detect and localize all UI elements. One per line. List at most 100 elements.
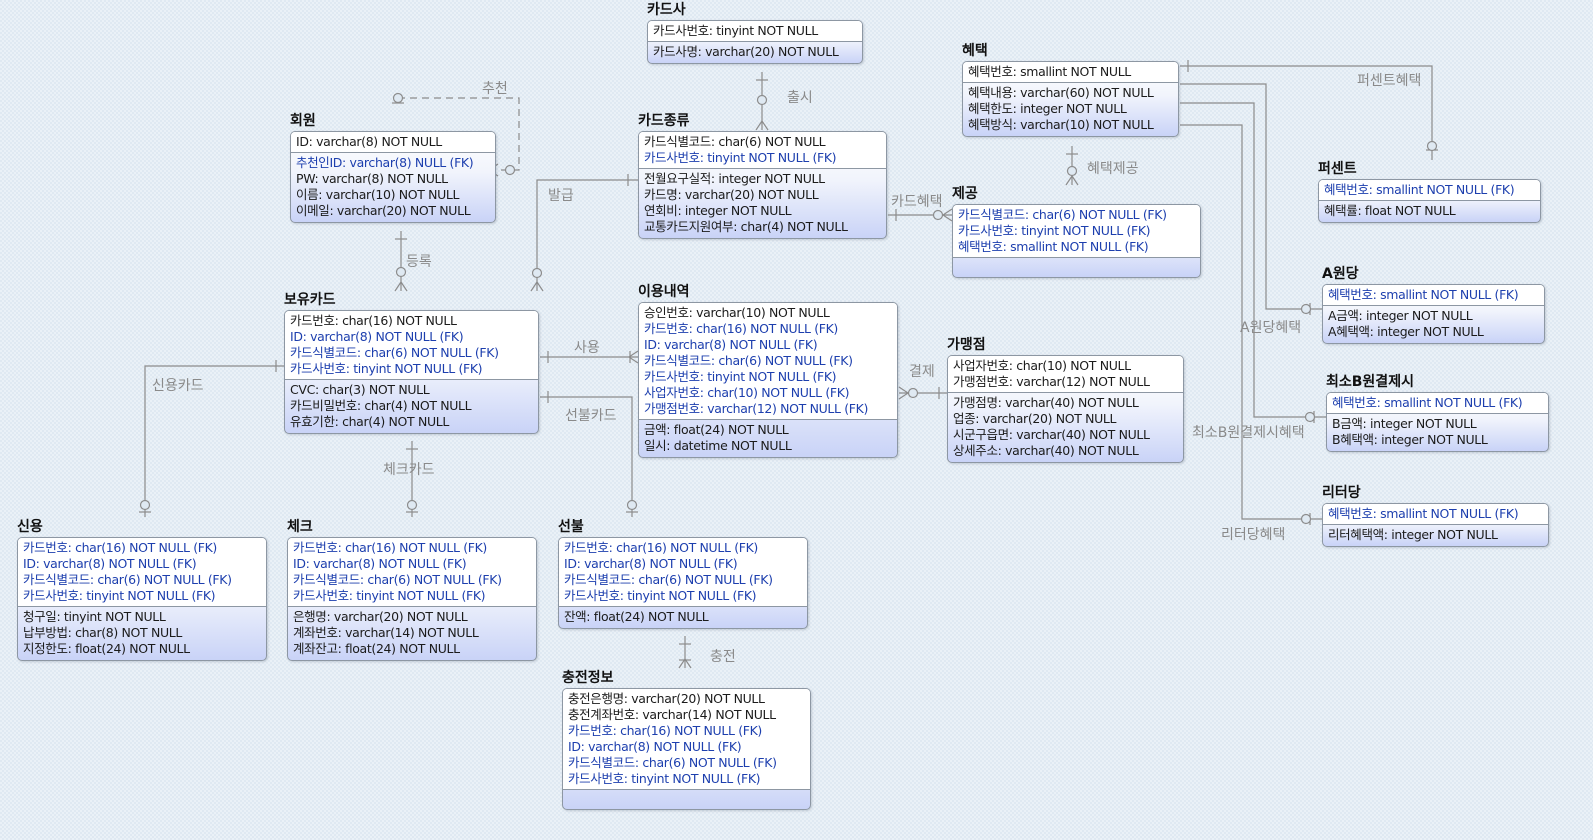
zero-mark (395, 266, 407, 278)
entity-liter[interactable]: 리터당 혜택번호: smallint NOT NULL (FK) 리터혜택액: i… (1322, 485, 1549, 547)
key-attribute: 가맹점번호: varchar(12) NOT NULL (953, 374, 1150, 389)
zero-mark (1426, 140, 1438, 152)
entity-check[interactable]: 체크 카드번호: char(16) NOT NULL (FK) ID: varch… (287, 519, 537, 661)
rel-label-charging: 충전 (710, 649, 736, 665)
key-attribute: ID: varchar(8) NOT NULL (FK) (644, 337, 818, 352)
key-attribute: 혜택번호: smallint NOT NULL (FK) (958, 239, 1149, 254)
key-attribute: 승인번호: varchar(10) NOT NULL (644, 305, 830, 320)
zero-mark (756, 94, 768, 106)
entity-minpay[interactable]: 최소B원결제시 혜택번호: smallint NOT NULL (FK) B금액:… (1326, 374, 1549, 452)
key-attribute: ID: varchar(8) NOT NULL (296, 134, 442, 149)
attribute: A금액: integer NOT NULL (1328, 308, 1473, 323)
attribute: B혜택액: integer NOT NULL (1332, 432, 1488, 447)
entity-member[interactable]: 회원 ID: varchar(8) NOT NULL 추천인ID: varchar… (290, 113, 496, 223)
entity-title: 카드사 (647, 2, 686, 18)
entity-owncard[interactable]: 보유카드 카드번호: char(16) NOT NULL ID: varchar(… (284, 292, 539, 434)
rel-label-card-benefit: 카드혜택 (891, 194, 943, 210)
attribute: PW: varchar(8) NOT NULL (296, 171, 448, 186)
rel-label-percent-benefit: 퍼센트혜택 (1357, 73, 1422, 89)
rel-label-check-card: 체크카드 (383, 462, 435, 478)
key-attribute: 카드사번호: tinyint NOT NULL (FK) (23, 588, 216, 603)
attribute: 잔액: float(24) NOT NULL (564, 609, 709, 624)
key-attribute: 카드식별코드: char(6) NOT NULL (FK) (568, 755, 777, 770)
zero-mark (1304, 411, 1316, 423)
entity-cardtype[interactable]: 카드종류 카드식별코드: char(6) NOT NULL 카드사번호: tiny… (638, 113, 887, 239)
entity-usage[interactable]: 이용내역 승인번호: varchar(10) NOT NULL 카드번호: cha… (638, 284, 898, 458)
entity-credit[interactable]: 신용 카드번호: char(16) NOT NULL (FK) ID: varch… (17, 519, 267, 661)
attribute: 일시: datetime NOT NULL (644, 438, 792, 453)
key-attribute: 사업자번호: char(10) NOT NULL (FK) (644, 385, 850, 400)
key-attribute: 카드사번호: tinyint NOT NULL (FK) (568, 771, 761, 786)
attribute: 카드비밀번호: char(4) NOT NULL (290, 398, 472, 413)
attribute: 상세주소: varchar(40) NOT NULL (953, 443, 1139, 458)
rel-label-liter-benefit: 리터당혜택 (1221, 527, 1286, 543)
entity-title: 혜택 (962, 43, 988, 59)
attribute: 이름: varchar(10) NOT NULL (296, 187, 460, 202)
rel-label-payment: 결제 (909, 364, 935, 380)
entity-aunit[interactable]: A원당 혜택번호: smallint NOT NULL (FK) A금액: int… (1322, 266, 1545, 344)
key-attribute: 카드사번호: tinyint NOT NULL (FK) (290, 361, 483, 376)
entity-store[interactable]: 가맹점 사업자번호: char(10) NOT NULL 가맹점번호: varch… (947, 337, 1184, 463)
connector-line (1180, 102, 1326, 418)
attribute: 금액: float(24) NOT NULL (644, 422, 789, 437)
entity-title: 신용 (17, 519, 43, 535)
entity-prepaid[interactable]: 선불 카드번호: char(16) NOT NULL (FK) ID: varch… (558, 519, 808, 629)
attribute: 혜택내용: varchar(60) NOT NULL (968, 85, 1154, 100)
connector-line (1180, 83, 1322, 310)
attribute: 유효기한: char(4) NOT NULL (290, 414, 449, 429)
zero-mark (392, 92, 404, 104)
key-attribute: 혜택번호: smallint NOT NULL (FK) (1328, 287, 1519, 302)
rel-label-release: 출시 (787, 90, 813, 106)
attribute: 청구일: tinyint NOT NULL (23, 609, 166, 624)
rel-label-benefit-provide: 혜택제공 (1087, 161, 1139, 177)
key-attribute: ID: varchar(8) NOT NULL (FK) (23, 556, 197, 571)
key-attribute: 카드번호: char(16) NOT NULL (FK) (644, 321, 838, 336)
entity-title: 최소B원결제시 (1326, 374, 1414, 390)
entity-title: 가맹점 (947, 337, 986, 353)
key-attribute: ID: varchar(8) NOT NULL (FK) (568, 739, 742, 754)
entity-title: 체크 (287, 519, 313, 535)
attribute: 납부방법: char(8) NOT NULL (23, 625, 182, 640)
attribute: 지정한도: float(24) NOT NULL (23, 641, 190, 656)
zero-mark (504, 164, 516, 176)
attribute: 은행명: varchar(20) NOT NULL (293, 609, 468, 624)
zero-mark (1300, 303, 1312, 315)
key-attribute: 혜택번호: smallint NOT NULL (FK) (1324, 182, 1515, 197)
rel-label-issue: 발급 (548, 188, 574, 204)
key-attribute: 사업자번호: char(10) NOT NULL (953, 358, 1131, 373)
entity-provide[interactable]: 제공 카드식별코드: char(6) NOT NULL (FK) 카드사번호: t… (952, 186, 1201, 278)
attribute: 계좌잔고: float(24) NOT NULL (293, 641, 460, 656)
key-attribute: 카드식별코드: char(6) NOT NULL (FK) (958, 207, 1167, 222)
entity-charge[interactable]: 충전정보 충전은행명: varchar(20) NOT NULL 충전계좌번호: … (562, 670, 811, 810)
attribute: A혜택액: integer NOT NULL (1328, 324, 1484, 339)
key-attribute: 충전은행명: varchar(20) NOT NULL (568, 691, 765, 706)
zero-mark (531, 267, 543, 279)
key-attribute: ID: varchar(8) NOT NULL (FK) (293, 556, 467, 571)
attribute: 추천인ID: varchar(8) NULL (FK) (296, 155, 474, 170)
attribute: 시군구읍면: varchar(40) NOT NULL (953, 427, 1150, 442)
entity-title: 리터당 (1322, 485, 1361, 501)
key-attribute: ID: varchar(8) NOT NULL (FK) (564, 556, 738, 571)
key-attribute: 카드사번호: tinyint NOT NULL (FK) (644, 369, 837, 384)
entity-carsa[interactable]: 카드사 카드사번호: tinyint NOT NULL 카드사명: varchar… (647, 2, 863, 64)
attribute: 혜택률: float NOT NULL (1324, 203, 1456, 218)
entity-title: 보유카드 (284, 292, 336, 308)
key-attribute: 카드식별코드: char(6) NOT NULL (FK) (644, 353, 853, 368)
attribute: B금액: integer NOT NULL (1332, 416, 1477, 431)
entity-percent[interactable]: 퍼센트 혜택번호: smallint NOT NULL (FK) 혜택률: flo… (1318, 161, 1541, 223)
rel-label-minpay-benefit: 최소B원결제시혜택 (1192, 425, 1305, 441)
key-attribute: 카드사번호: tinyint NOT NULL (FK) (644, 150, 837, 165)
key-attribute: 혜택번호: smallint NOT NULL (FK) (1332, 395, 1523, 410)
key-attribute: 카드식별코드: char(6) NOT NULL (FK) (23, 572, 232, 587)
key-attribute: 카드번호: char(16) NOT NULL (290, 313, 457, 328)
key-attribute: 카드사번호: tinyint NOT NULL (FK) (293, 588, 486, 603)
key-attribute: 카드식별코드: char(6) NOT NULL (FK) (290, 345, 499, 360)
entity-title: 이용내역 (638, 284, 690, 300)
key-attribute: 가맹점번호: varchar(12) NOT NULL (FK) (644, 401, 868, 416)
entity-title: 선불 (558, 519, 584, 535)
entity-title: 카드종류 (638, 113, 690, 129)
entity-benefit[interactable]: 혜택 혜택번호: smallint NOT NULL 혜택내용: varchar(… (962, 43, 1179, 137)
zero-mark (139, 499, 151, 511)
attribute: 혜택한도: integer NOT NULL (968, 101, 1127, 116)
key-attribute: 혜택번호: smallint NOT NULL (FK) (1328, 506, 1519, 521)
